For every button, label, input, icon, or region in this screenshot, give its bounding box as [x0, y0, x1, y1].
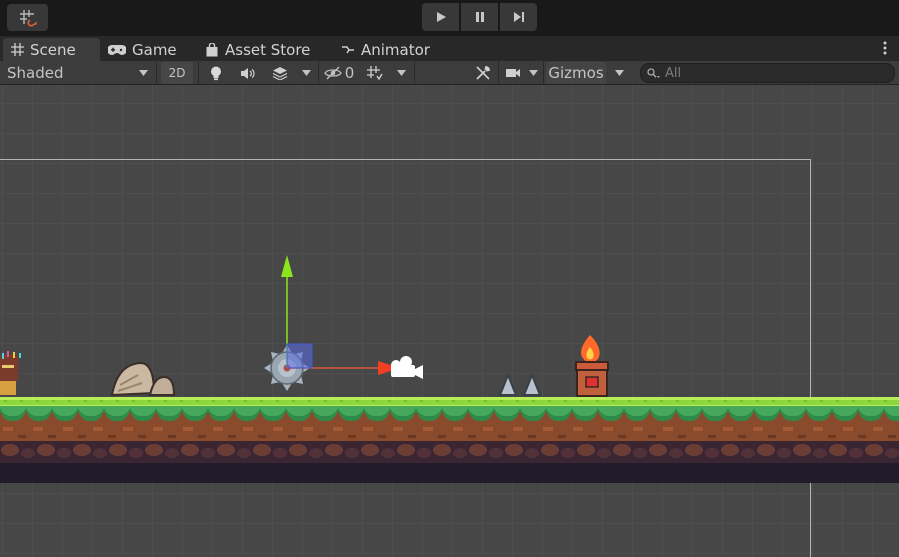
step-icon — [513, 12, 524, 22]
grid-snap-icon — [19, 9, 37, 26]
layers-icon — [272, 67, 288, 80]
tab-animator-label: Animator — [361, 40, 430, 59]
eye-slash-icon — [323, 66, 342, 80]
scene-tools-button[interactable] — [470, 62, 496, 84]
grass-strip — [0, 397, 899, 407]
animator-icon — [342, 45, 354, 53]
shopping-bag-icon — [206, 42, 218, 56]
chevron-down-icon — [396, 70, 406, 76]
camera-gizmo-icon[interactable] — [391, 356, 423, 379]
grid-snap-button[interactable] — [7, 4, 48, 31]
gizmo-xy-plane-handle[interactable] — [286, 343, 313, 369]
chevron-down-icon — [301, 70, 311, 76]
toolbar-divider — [318, 61, 319, 85]
editor-tab-strip: Scene Game Asset Store Animator — [0, 36, 899, 61]
gamepad-icon — [108, 44, 126, 55]
more-options-icon[interactable] — [883, 41, 887, 55]
pause-button[interactable] — [461, 3, 498, 31]
grass-edge — [0, 406, 899, 424]
ground-tiles[interactable] — [0, 397, 899, 483]
camera-settings-dropdown[interactable] — [524, 62, 542, 84]
chevron-down-icon — [139, 70, 148, 76]
tab-scene[interactable]: Scene — [3, 38, 100, 61]
camera-settings-button[interactable] — [502, 62, 524, 84]
tools-icon — [476, 66, 490, 80]
toggle-2d-button[interactable]: 2D — [161, 62, 193, 84]
grid-toggle-icon — [366, 65, 383, 80]
tab-game[interactable]: Game — [108, 38, 177, 61]
tab-game-label: Game — [132, 40, 177, 59]
audio-toggle[interactable] — [234, 62, 262, 84]
grid-icon — [11, 43, 24, 56]
grid-visibility-toggle[interactable] — [362, 62, 386, 84]
move-gizmo[interactable] — [281, 255, 400, 375]
hidden-objects-count: 0 — [344, 64, 355, 82]
play-button[interactable] — [422, 3, 459, 31]
lighting-toggle[interactable] — [203, 62, 229, 84]
toolbar-divider — [198, 61, 199, 85]
tab-asset-store-label: Asset Store — [225, 40, 311, 59]
spike-trap-sprite[interactable] — [498, 372, 542, 396]
toolbar-divider — [156, 61, 157, 85]
tab-asset-store[interactable]: Asset Store — [205, 38, 310, 61]
video-camera-icon — [506, 69, 520, 77]
step-button[interactable] — [500, 3, 537, 31]
play-icon — [436, 12, 446, 22]
chevron-down-icon — [614, 70, 624, 76]
draw-mode-label: Shaded — [7, 64, 64, 82]
gizmos-dropdown[interactable] — [609, 62, 629, 84]
grid-options-dropdown[interactable] — [390, 62, 412, 84]
toolbar-divider — [543, 61, 544, 85]
rock-layer — [0, 441, 899, 463]
search-icon — [647, 67, 660, 78]
pause-icon — [475, 12, 484, 22]
fire-trap-sprite[interactable] — [575, 335, 609, 397]
search-input[interactable] — [665, 65, 885, 81]
effects-dropdown[interactable] — [296, 62, 316, 84]
draw-mode-dropdown[interactable]: Shaded — [0, 62, 154, 84]
scene-sprites — [0, 255, 899, 483]
toolbar-divider — [498, 61, 499, 85]
hierarchy-search-field[interactable] — [640, 63, 895, 83]
play-mode-bar — [0, 0, 899, 36]
gizmo-y-arrow[interactable] — [281, 255, 293, 277]
rock-sprite[interactable] — [110, 361, 176, 397]
speaker-icon — [241, 67, 255, 79]
toolbar-divider — [414, 61, 415, 85]
scene-viewport[interactable] — [0, 85, 899, 557]
tab-scene-label: Scene — [30, 40, 76, 59]
scene-toolbar: Shaded 2D 0 Gizmos — [0, 61, 899, 85]
dirt-layer — [0, 423, 899, 441]
gizmos-button[interactable]: Gizmos — [546, 62, 606, 84]
effects-toggle[interactable] — [267, 62, 293, 84]
scene-visibility-toggle[interactable]: 0 — [321, 62, 357, 84]
bedrock-layer — [0, 463, 899, 483]
lightbulb-icon — [211, 66, 221, 80]
tab-animator[interactable]: Animator — [341, 38, 430, 61]
player-sprite[interactable] — [0, 351, 21, 395]
chevron-down-icon — [528, 70, 538, 76]
